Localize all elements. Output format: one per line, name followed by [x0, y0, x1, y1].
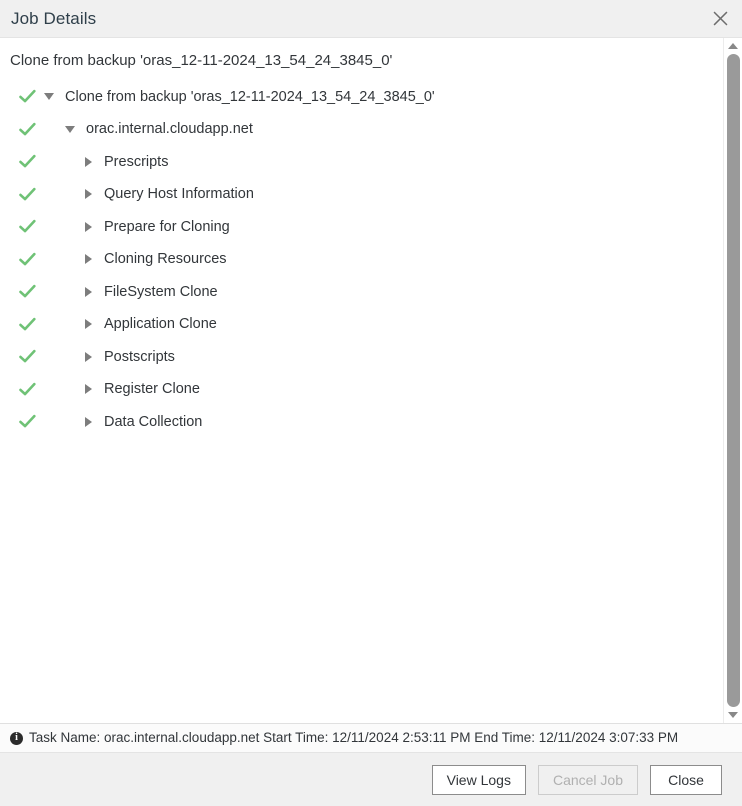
scroll-up-icon[interactable] [725, 38, 742, 54]
chevron-right-icon[interactable] [81, 285, 95, 299]
tree-row-label: Prepare for Cloning [104, 218, 230, 235]
tree-row[interactable]: Prepare for Cloning [0, 211, 723, 244]
info-icon: i [10, 731, 23, 745]
chevron-right-icon[interactable] [81, 415, 95, 429]
chevron-right-icon[interactable] [81, 382, 95, 396]
check-icon [19, 316, 36, 333]
tree-row[interactable]: Clone from backup 'oras_12-11-2024_13_54… [0, 81, 723, 114]
view-logs-button[interactable]: View Logs [431, 764, 526, 795]
tree-row-label: FileSystem Clone [104, 283, 218, 300]
chevron-down-icon[interactable] [63, 122, 77, 136]
check-icon [19, 381, 36, 398]
tree-row-label: Application Clone [104, 316, 217, 332]
check-icon [19, 186, 36, 203]
check-icon [19, 218, 36, 235]
check-icon [19, 153, 36, 170]
vertical-scrollbar[interactable] [723, 38, 742, 723]
tree-row-label: Prescripts [104, 153, 169, 170]
tree-row[interactable]: Data Collection [0, 406, 723, 439]
tree-row-label: Clone from backup 'oras_12-11-2024_13_54… [65, 88, 435, 105]
chevron-right-icon[interactable] [81, 252, 95, 266]
tree-row-label: Query Host Information [104, 186, 254, 202]
chevron-right-icon[interactable] [81, 220, 95, 234]
tree-row-label: Postscripts [104, 348, 175, 365]
chevron-down-icon[interactable] [42, 90, 56, 104]
job-subtitle: Clone from backup 'oras_12-11-2024_13_54… [10, 52, 393, 69]
dialog-title: Job Details [11, 9, 97, 28]
check-icon [19, 251, 36, 268]
dialog-footer: View Logs Cancel Job Close [0, 752, 742, 806]
tree-row[interactable]: FileSystem Clone [0, 276, 723, 309]
status-bar: i Task Name: orac.internal.cloudapp.net … [0, 723, 742, 752]
check-icon [19, 88, 36, 105]
tree-row[interactable]: Postscripts [0, 341, 723, 374]
tree-row-label: Data Collection [104, 413, 203, 430]
dialog-body: Clone from backup 'oras_12-11-2024_13_54… [0, 38, 742, 723]
tree-row[interactable]: Prescripts [0, 146, 723, 179]
scrollbar-thumb[interactable] [726, 54, 740, 707]
chevron-right-icon[interactable] [81, 350, 95, 364]
tree-row[interactable]: Query Host Information [0, 178, 723, 211]
tree-row-label: orac.internal.cloudapp.net [86, 121, 253, 137]
cancel-job-button: Cancel Job [537, 764, 638, 795]
tree-row[interactable]: Application Clone [0, 308, 723, 341]
tree-row[interactable]: Register Clone [0, 373, 723, 406]
dialog-titlebar: Job Details [0, 0, 742, 38]
tree-row[interactable]: orac.internal.cloudapp.net [0, 113, 723, 146]
job-details-dialog: Job Details Clone from backup 'oras_12-1… [0, 0, 742, 806]
close-button[interactable]: Close [650, 764, 722, 795]
check-icon [19, 413, 36, 430]
check-icon [19, 283, 36, 300]
tree-row-label: Register Clone [104, 381, 200, 397]
scroll-down-icon[interactable] [725, 707, 742, 723]
chevron-right-icon[interactable] [81, 187, 95, 201]
tree-row-label: Cloning Resources [104, 251, 227, 267]
scrollbar-track[interactable] [724, 54, 742, 707]
status-bar-text: Task Name: orac.internal.cloudapp.net St… [29, 730, 679, 746]
check-icon [19, 348, 36, 365]
chevron-right-icon[interactable] [81, 317, 95, 331]
check-icon [19, 121, 36, 138]
tree-row[interactable]: Cloning Resources [0, 243, 723, 276]
tree-scroll-area: Clone from backup 'oras_12-11-2024_13_54… [0, 38, 723, 723]
job-task-tree: Clone from backup 'oras_12-11-2024_13_54… [0, 81, 723, 439]
close-icon[interactable] [707, 6, 733, 32]
chevron-right-icon[interactable] [81, 155, 95, 169]
